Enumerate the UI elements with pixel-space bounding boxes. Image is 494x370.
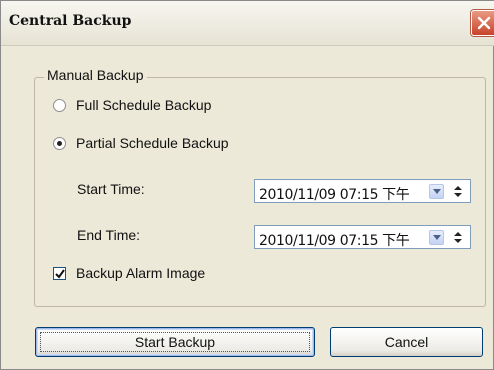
group-label: Manual Backup (44, 67, 147, 83)
close-button[interactable] (471, 10, 494, 36)
cancel-label: Cancel (384, 334, 429, 350)
end-time-picker[interactable]: 2010/11/09 07:15 下午 (254, 225, 471, 249)
window-title: Central Backup (9, 13, 132, 29)
start-time-value[interactable]: 2010/11/09 07:15 下午 (259, 184, 410, 204)
cancel-button[interactable]: Cancel (330, 327, 483, 357)
start-time-dropdown-button[interactable] (429, 184, 444, 199)
partial-schedule-label: Partial Schedule Backup (76, 135, 229, 151)
central-backup-dialog: Central Backup Manual Backup Full Schedu… (0, 0, 494, 370)
backup-alarm-image-checkbox[interactable] (53, 266, 66, 280)
start-backup-button[interactable]: Start Backup (35, 327, 315, 357)
focus-indicator (40, 332, 310, 352)
end-time-spinner-icon[interactable] (451, 229, 465, 246)
close-icon (477, 16, 491, 30)
radio-button[interactable] (53, 98, 66, 112)
backup-alarm-image-label: Backup Alarm Image (76, 265, 206, 281)
backup-alarm-image-option[interactable]: Backup Alarm Image (53, 265, 205, 281)
radio-button[interactable] (53, 136, 66, 150)
end-time-value[interactable]: 2010/11/09 07:15 下午 (259, 230, 410, 250)
start-time-spinner-icon[interactable] (451, 183, 465, 200)
full-schedule-radio[interactable]: Full Schedule Backup (53, 97, 211, 113)
radio-selected-dot (57, 140, 62, 146)
end-time-dropdown-button[interactable] (429, 230, 444, 245)
full-schedule-label: Full Schedule Backup (76, 97, 212, 113)
end-time-label: End Time: (77, 227, 141, 243)
start-time-picker[interactable]: 2010/11/09 07:15 下午 (254, 179, 471, 203)
start-time-label: Start Time: (77, 181, 145, 197)
partial-schedule-radio[interactable]: Partial Schedule Backup (53, 135, 229, 151)
title-bar[interactable]: Central Backup (1, 1, 494, 46)
chevron-down-icon (433, 189, 441, 194)
checkmark-icon (55, 268, 65, 279)
chevron-down-icon (433, 235, 441, 240)
